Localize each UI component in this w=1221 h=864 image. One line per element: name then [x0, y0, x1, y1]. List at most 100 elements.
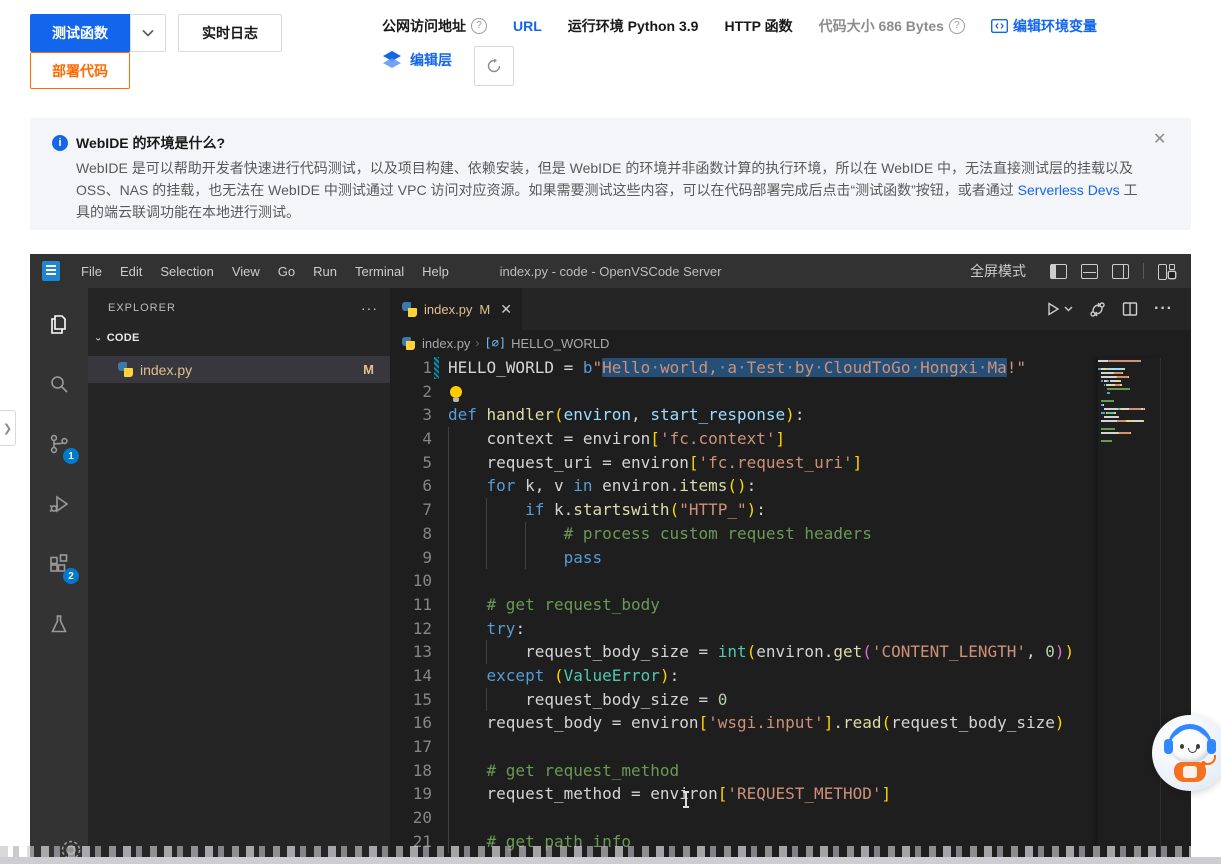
- test-function-button[interactable]: 测试函数: [30, 14, 130, 52]
- menu-item-go[interactable]: Go: [269, 254, 304, 288]
- scm-badge: 1: [63, 448, 79, 464]
- deploy-code-button[interactable]: 部署代码: [30, 52, 130, 89]
- menu-item-file[interactable]: File: [72, 254, 111, 288]
- breadcrumb[interactable]: index.py › [∅] HELLO_WORLD: [390, 330, 1191, 356]
- menu-item-edit[interactable]: Edit: [111, 254, 151, 288]
- code-line[interactable]: 6 for k, v in environ.items():: [390, 474, 1191, 498]
- code-line[interactable]: 2: [390, 380, 1191, 404]
- vscode-logo-icon: [42, 261, 60, 281]
- file-item-indexpy[interactable]: index.py M: [88, 356, 390, 383]
- code-line[interactable]: 15 request_body_size = 0: [390, 688, 1191, 712]
- file-name: index.py: [140, 362, 192, 378]
- close-icon[interactable]: ✕: [1153, 132, 1169, 148]
- code-editor[interactable]: 1HELLO_WORLD = b"Hello·world,·a·Test·by·…: [390, 356, 1191, 864]
- open-changes-icon[interactable]: [1089, 301, 1106, 318]
- line-number: 13: [390, 640, 432, 664]
- code-line[interactable]: 9 pass: [390, 546, 1191, 570]
- line-number: 9: [390, 546, 432, 570]
- code-line[interactable]: 13 request_body_size = int(environ.get('…: [390, 640, 1191, 664]
- code-line[interactable]: 18 # get request_method: [390, 759, 1191, 783]
- menu-item-view[interactable]: View: [223, 254, 269, 288]
- toggle-sidebar-icon[interactable]: [1050, 264, 1067, 279]
- editor-actions: ···: [1045, 288, 1191, 330]
- explorer-icon[interactable]: [35, 300, 83, 348]
- line-number: 3: [390, 403, 432, 427]
- line-number: 20: [390, 806, 432, 830]
- line-number: 11: [390, 593, 432, 617]
- url-link[interactable]: URL: [513, 18, 542, 34]
- line-number: 16: [390, 711, 432, 735]
- code-line[interactable]: 3def handler(environ, start_response):: [390, 403, 1191, 427]
- env-editor-icon: [991, 19, 1008, 33]
- drawer-expand-button[interactable]: ❯: [0, 410, 16, 446]
- code-line[interactable]: 1HELLO_WORLD = b"Hello·world,·a·Test·by·…: [390, 356, 1191, 380]
- code-line[interactable]: 17: [390, 735, 1191, 759]
- banner-body: WebIDE 是可以帮助开发者快速进行代码测试，以及项目构建、依赖安装，但是 W…: [52, 157, 1151, 223]
- line-number: 12: [390, 617, 432, 641]
- tab-indexpy[interactable]: index.py M ✕: [390, 288, 522, 330]
- refresh-button[interactable]: [474, 46, 514, 86]
- menu-bar: FileEditSelectionViewGoRunTerminalHelp: [72, 254, 458, 288]
- tree-section-code[interactable]: ⌄ CODE: [88, 326, 390, 350]
- code-line[interactable]: 14 except (ValueError):: [390, 664, 1191, 688]
- search-icon[interactable]: [35, 360, 83, 408]
- code-size-label: 代码大小 686 Bytes: [819, 16, 944, 36]
- python-file-icon: [118, 362, 133, 377]
- menu-item-selection[interactable]: Selection: [151, 254, 222, 288]
- split-editor-icon[interactable]: [1122, 301, 1138, 317]
- extensions-icon[interactable]: 2: [35, 540, 83, 588]
- code-line[interactable]: 4 context = environ['fc.context']: [390, 427, 1191, 451]
- page-bottom-strip: [0, 857, 1221, 864]
- customize-layout-icon[interactable]: [1158, 264, 1175, 279]
- code-line[interactable]: 8 # process custom request headers: [390, 522, 1191, 546]
- code-line[interactable]: 11 # get request_body: [390, 593, 1191, 617]
- minimap[interactable]: [1098, 358, 1161, 864]
- toggle-panel-icon[interactable]: [1081, 264, 1098, 279]
- more-actions-icon[interactable]: ···: [361, 300, 378, 316]
- menu-item-help[interactable]: Help: [413, 254, 458, 288]
- serverless-devs-link[interactable]: Serverless Devs: [1018, 182, 1120, 198]
- http-function-label: HTTP 函数: [724, 16, 792, 36]
- code-line[interactable]: 7 if k.startswith("HTTP_"):: [390, 498, 1191, 522]
- chevron-right-icon: ›: [475, 336, 479, 350]
- run-python-file-button[interactable]: [1045, 301, 1073, 317]
- close-icon[interactable]: ✕: [500, 301, 512, 318]
- runtime-label: 运行环境 Python 3.9: [568, 16, 699, 36]
- line-number: 21: [390, 830, 432, 854]
- code-line[interactable]: 21 # get path info: [390, 830, 1191, 854]
- code-line[interactable]: 12 try:: [390, 617, 1191, 641]
- breadcrumb-symbol[interactable]: HELLO_WORLD: [511, 336, 609, 351]
- line-number: 7: [390, 498, 432, 522]
- python-file-icon: [402, 337, 415, 350]
- code-line[interactable]: 5 request_uri = environ['fc.request_uri'…: [390, 451, 1191, 475]
- realtime-log-button[interactable]: 实时日志: [178, 14, 282, 52]
- support-mascot-button[interactable]: [1152, 715, 1221, 791]
- code-line[interactable]: 20: [390, 806, 1191, 830]
- edit-env-vars-link[interactable]: 编辑环境变量: [991, 16, 1097, 36]
- code-line[interactable]: 16 request_body = environ['wsgi.input'].…: [390, 711, 1191, 735]
- fullscreen-mode-button[interactable]: 全屏模式: [970, 261, 1026, 281]
- lightbulb-icon[interactable]: [450, 386, 462, 398]
- toggle-secondary-sidebar-icon[interactable]: [1112, 264, 1129, 279]
- code-line[interactable]: 10: [390, 569, 1191, 593]
- function-info-row: 公网访问地址? URL 运行环境 Python 3.9 HTTP 函数 代码大小…: [382, 16, 1097, 36]
- layers-icon: [382, 50, 402, 70]
- refresh-icon: [486, 58, 502, 74]
- edit-layer-link[interactable]: 编辑层: [410, 50, 452, 70]
- breadcrumb-file[interactable]: index.py: [422, 336, 470, 351]
- run-debug-icon[interactable]: [35, 480, 83, 528]
- help-icon[interactable]: ?: [471, 18, 487, 34]
- code-line[interactable]: 19 request_method = environ['REQUEST_MET…: [390, 782, 1191, 806]
- menu-item-terminal[interactable]: Terminal: [346, 254, 413, 288]
- chevron-down-icon: ⌄: [94, 333, 103, 343]
- test-function-dropdown-button[interactable]: [130, 14, 166, 52]
- explorer-header-label: EXPLORER: [108, 302, 176, 314]
- tab-label: index.py: [424, 302, 472, 317]
- help-icon[interactable]: ?: [949, 18, 965, 34]
- testing-beaker-icon[interactable]: [35, 600, 83, 648]
- more-actions-icon[interactable]: ···: [1154, 300, 1173, 318]
- source-control-icon[interactable]: 1: [35, 420, 83, 468]
- menu-item-run[interactable]: Run: [304, 254, 346, 288]
- chevron-down-icon: [1064, 306, 1073, 312]
- mascot-body: [1174, 762, 1206, 782]
